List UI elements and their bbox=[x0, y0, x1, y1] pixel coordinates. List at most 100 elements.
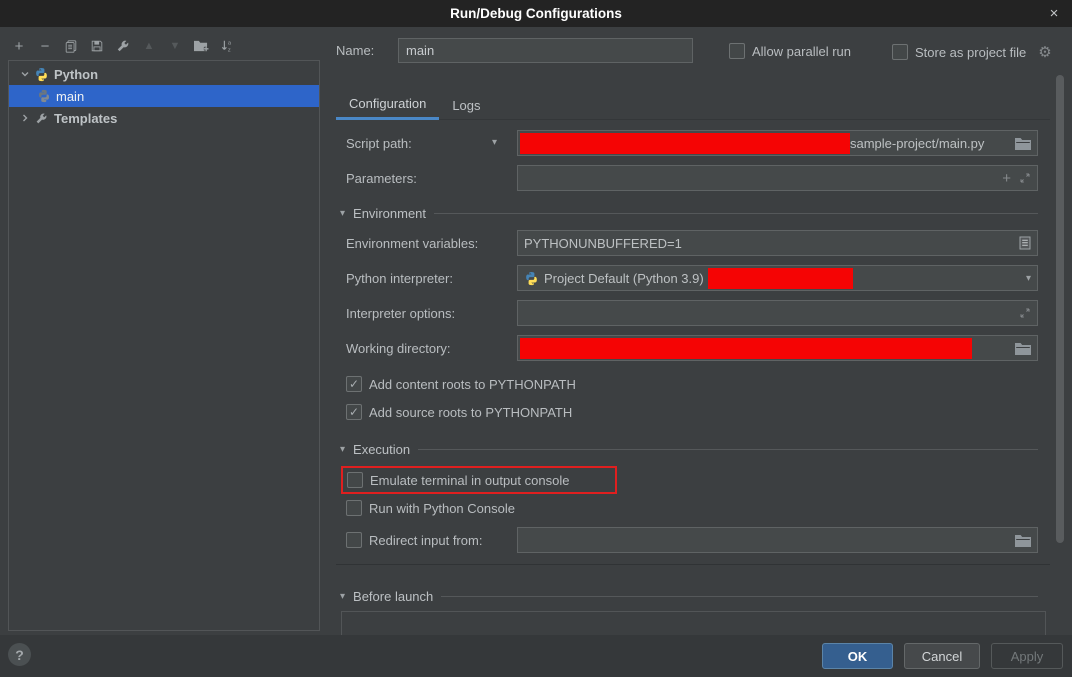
section-title: Execution bbox=[353, 442, 410, 457]
save-icon[interactable] bbox=[84, 34, 110, 58]
section-title: Before launch bbox=[353, 589, 433, 604]
svg-text:z: z bbox=[228, 47, 231, 53]
environment-section-header[interactable]: ▾ Environment bbox=[336, 206, 1038, 221]
section-divider bbox=[434, 213, 1038, 214]
before-launch-task-list[interactable] bbox=[341, 611, 1046, 635]
expand-field-icon[interactable] bbox=[1019, 172, 1031, 184]
python-logo-icon bbox=[33, 67, 50, 82]
vertical-scrollbar[interactable] bbox=[1056, 75, 1064, 543]
tree-item-label: Templates bbox=[54, 111, 117, 126]
move-up-icon: ▲ bbox=[136, 34, 162, 58]
environment-variables-value: PYTHONUNBUFFERED=1 bbox=[524, 236, 682, 251]
interpreter-options-field[interactable] bbox=[517, 300, 1038, 326]
parameters-field[interactable]: + bbox=[517, 165, 1038, 191]
footer-bar: OK Cancel Apply bbox=[0, 635, 1072, 677]
sort-alphabetically-icon[interactable]: az bbox=[214, 34, 240, 58]
python-logo-icon bbox=[524, 271, 539, 286]
section-collapse-icon[interactable]: ▾ bbox=[340, 208, 345, 219]
remove-icon[interactable]: − bbox=[32, 34, 58, 58]
folder-icon[interactable] bbox=[1015, 534, 1031, 547]
checkbox-label: Run with Python Console bbox=[369, 501, 515, 516]
script-path-value: sample-project/main.py bbox=[850, 136, 984, 151]
checkbox-box[interactable]: ✓ bbox=[346, 404, 362, 420]
apply-button[interactable]: Apply bbox=[991, 643, 1063, 669]
checkbox-box[interactable] bbox=[729, 43, 745, 59]
configurations-tree: Python main Templates bbox=[8, 60, 320, 631]
tab-bar: Configuration Logs bbox=[336, 90, 1050, 120]
script-path-dropdown-icon[interactable]: ▾ bbox=[492, 137, 497, 148]
gear-icon[interactable]: ⚙ bbox=[1038, 43, 1051, 61]
ok-button[interactable]: OK bbox=[822, 643, 893, 669]
new-folder-icon[interactable] bbox=[188, 34, 214, 58]
redirect-input-field[interactable] bbox=[517, 527, 1038, 553]
folder-icon[interactable] bbox=[1015, 342, 1031, 355]
checkbox-label: Allow parallel run bbox=[752, 44, 851, 59]
environment-variables-label: Environment variables: bbox=[346, 236, 478, 251]
parameters-label: Parameters: bbox=[346, 171, 417, 186]
run-debug-configurations-dialog: Run/Debug Configurations × + − ▲ ▼ az bbox=[0, 0, 1072, 677]
svg-text:a: a bbox=[228, 41, 232, 47]
tab-logs[interactable]: Logs bbox=[439, 90, 493, 120]
add-macro-icon[interactable]: + bbox=[1002, 170, 1011, 187]
close-icon[interactable]: × bbox=[1044, 3, 1064, 23]
content-divider bbox=[336, 564, 1050, 565]
checkbox-box[interactable]: ✓ bbox=[346, 376, 362, 392]
checkbox-label: Store as project file bbox=[915, 45, 1026, 60]
redaction-block bbox=[520, 338, 972, 359]
tree-item-templates[interactable]: Templates bbox=[9, 107, 319, 129]
redaction-block bbox=[708, 268, 853, 289]
title-bar: Run/Debug Configurations bbox=[0, 0, 1072, 27]
browse-variables-icon[interactable] bbox=[1019, 236, 1031, 250]
checkbox-box[interactable] bbox=[347, 472, 363, 488]
tab-configuration[interactable]: Configuration bbox=[336, 90, 439, 120]
python-interpreter-value: Project Default (Python 3.9) bbox=[544, 271, 704, 286]
checkbox-box[interactable] bbox=[892, 44, 908, 60]
combobox-arrow-icon[interactable]: ▾ bbox=[1026, 273, 1031, 284]
help-button[interactable]: ? bbox=[8, 643, 31, 666]
script-path-field[interactable]: sample-project/main.py bbox=[517, 130, 1038, 156]
section-collapse-icon[interactable]: ▾ bbox=[340, 444, 345, 455]
tree-item-label: main bbox=[56, 89, 84, 104]
redaction-block bbox=[520, 133, 850, 154]
script-path-label: Script path: bbox=[346, 136, 412, 151]
cancel-button[interactable]: Cancel bbox=[904, 643, 980, 669]
checkbox-box[interactable] bbox=[346, 500, 362, 516]
expand-field-icon[interactable] bbox=[1019, 307, 1031, 319]
chevron-right-icon[interactable] bbox=[17, 113, 33, 123]
copy-icon[interactable] bbox=[58, 34, 84, 58]
check-icon: ✓ bbox=[349, 377, 359, 391]
environment-variables-field[interactable]: PYTHONUNBUFFERED=1 bbox=[517, 230, 1038, 256]
move-down-icon: ▼ bbox=[162, 34, 188, 58]
add-content-roots-checkbox[interactable]: ✓ Add content roots to PYTHONPATH bbox=[346, 376, 576, 392]
wrench-icon bbox=[33, 112, 50, 125]
python-interpreter-combobox[interactable]: Project Default (Python 3.9) ▾ bbox=[517, 265, 1038, 291]
working-directory-field[interactable] bbox=[517, 335, 1038, 361]
checkbox-label: Emulate terminal in output console bbox=[370, 473, 569, 488]
tree-item-python[interactable]: Python bbox=[9, 63, 319, 85]
checkbox-label: Add source roots to PYTHONPATH bbox=[369, 405, 572, 420]
chevron-down-icon[interactable] bbox=[17, 69, 33, 79]
check-icon: ✓ bbox=[349, 405, 359, 419]
section-collapse-icon[interactable]: ▾ bbox=[340, 591, 345, 602]
configurations-toolbar: + − ▲ ▼ az bbox=[6, 32, 240, 60]
store-as-project-file-checkbox[interactable]: Store as project file ⚙ bbox=[892, 43, 1052, 61]
add-source-roots-checkbox[interactable]: ✓ Add source roots to PYTHONPATH bbox=[346, 404, 572, 420]
checkbox-label: Redirect input from: bbox=[369, 533, 482, 548]
add-icon[interactable]: + bbox=[6, 34, 32, 58]
allow-parallel-run-checkbox[interactable]: Allow parallel run bbox=[729, 43, 851, 59]
python-interpreter-label: Python interpreter: bbox=[346, 271, 453, 286]
name-input[interactable] bbox=[398, 38, 693, 63]
dialog-title: Run/Debug Configurations bbox=[450, 6, 622, 21]
section-divider bbox=[441, 596, 1038, 597]
tree-item-main[interactable]: main bbox=[9, 85, 319, 107]
name-label: Name: bbox=[336, 43, 374, 58]
run-with-python-console-checkbox[interactable]: Run with Python Console bbox=[346, 500, 515, 516]
execution-section-header[interactable]: ▾ Execution bbox=[336, 442, 1038, 457]
folder-icon[interactable] bbox=[1015, 137, 1031, 150]
emulate-terminal-checkbox[interactable]: Emulate terminal in output console bbox=[347, 472, 569, 488]
redirect-input-checkbox[interactable]: Redirect input from: bbox=[346, 532, 482, 548]
checkbox-box[interactable] bbox=[346, 532, 362, 548]
edit-templates-icon[interactable] bbox=[110, 34, 136, 58]
before-launch-section-header[interactable]: ▾ Before launch bbox=[336, 589, 1038, 604]
working-directory-label: Working directory: bbox=[346, 341, 451, 356]
